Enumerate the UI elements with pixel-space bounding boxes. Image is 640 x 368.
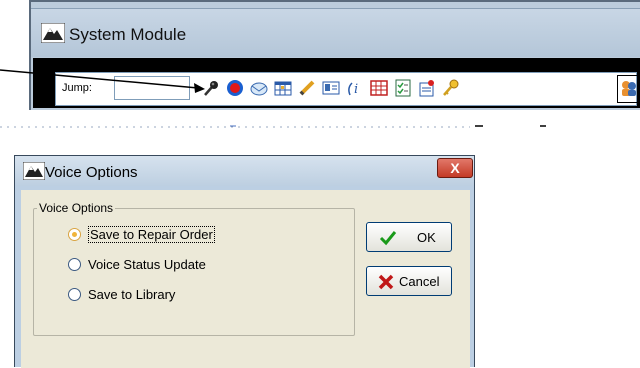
system-module-titlebar: System Module bbox=[31, 8, 640, 57]
pen-icon[interactable] bbox=[298, 79, 316, 97]
svg-text:i: i bbox=[354, 82, 358, 97]
toolbar: Jump: i bbox=[55, 72, 640, 106]
close-button[interactable]: X bbox=[437, 158, 473, 178]
dialog-body: Voice Options Save to Repair Order Voice… bbox=[21, 190, 470, 368]
mountain-logo-icon bbox=[23, 162, 45, 180]
ok-button[interactable]: OK bbox=[366, 222, 452, 252]
voice-options-titlebar: Voice Options X bbox=[15, 156, 474, 186]
jump-label: Jump: bbox=[62, 82, 92, 94]
record-icon[interactable] bbox=[226, 79, 244, 97]
checklist-icon[interactable] bbox=[394, 79, 412, 97]
option-label: Voice Status Update bbox=[88, 257, 206, 272]
key-icon[interactable] bbox=[442, 79, 460, 97]
mountain-logo-icon bbox=[41, 23, 65, 43]
microphone-icon[interactable] bbox=[202, 79, 220, 97]
envelope-icon[interactable] bbox=[250, 79, 268, 97]
group-label: Voice Options bbox=[37, 201, 116, 215]
voice-options-group: Voice Options Save to Repair Order Voice… bbox=[33, 201, 355, 336]
system-module-window: System Module Jump: i bbox=[29, 0, 640, 110]
grid-icon[interactable] bbox=[274, 79, 292, 97]
people-icon[interactable] bbox=[620, 79, 638, 97]
radio-selected[interactable] bbox=[68, 228, 81, 241]
ok-label: OK bbox=[417, 230, 436, 245]
radio[interactable] bbox=[68, 258, 81, 271]
system-module-title: System Module bbox=[69, 25, 187, 44]
calendar-icon[interactable] bbox=[370, 79, 388, 97]
option-label: Save to Repair Order bbox=[88, 226, 215, 243]
note-pin-icon[interactable] bbox=[418, 79, 436, 97]
radio[interactable] bbox=[68, 288, 81, 301]
cancel-button[interactable]: Cancel bbox=[366, 266, 452, 296]
background-text-residue bbox=[0, 125, 546, 128]
info-icon[interactable]: i bbox=[346, 79, 364, 97]
dialog-title: Voice Options bbox=[45, 164, 138, 181]
contact-card-icon[interactable] bbox=[322, 79, 340, 97]
toolbar-area: Jump: i bbox=[33, 58, 640, 108]
x-mark-icon bbox=[378, 274, 394, 290]
cancel-label: Cancel bbox=[399, 274, 440, 289]
option-label: Save to Library bbox=[88, 287, 176, 302]
checkmark-icon bbox=[379, 231, 397, 246]
jump-input[interactable] bbox=[114, 76, 190, 100]
voice-options-dialog: Voice Options X Voice Options Save to Re… bbox=[14, 155, 475, 368]
